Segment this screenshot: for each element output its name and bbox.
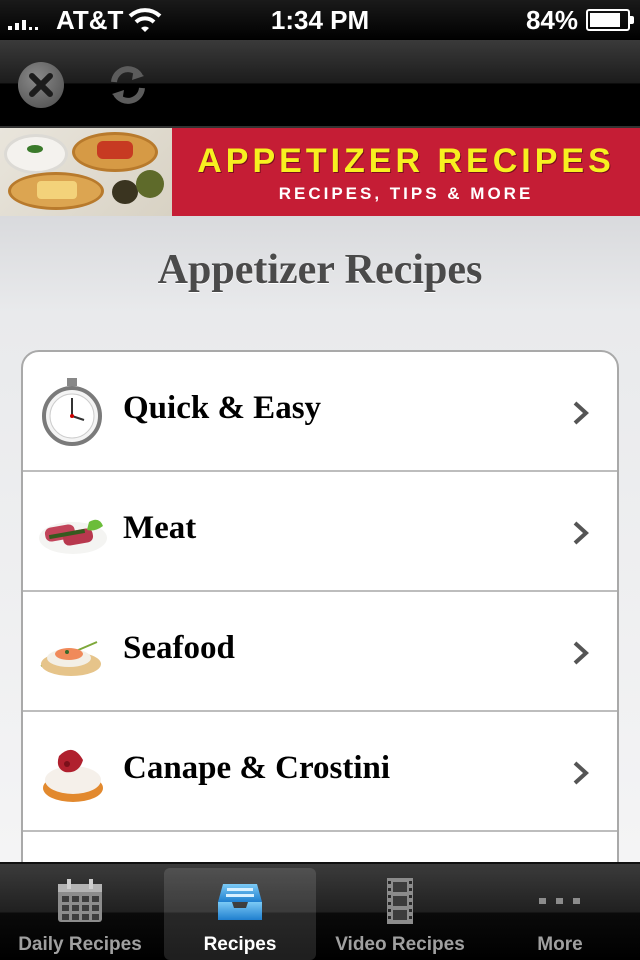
inbox-tray-icon (218, 884, 262, 920)
tab-bar: Daily Recipes Recipes Video Recipes More (0, 862, 640, 960)
stopwatch-icon (42, 378, 102, 446)
refresh-button[interactable] (104, 60, 152, 108)
battery-icon (586, 9, 634, 31)
tab-label: Video Recipes (335, 934, 465, 955)
battery-percent: 84% (525, 5, 578, 35)
chevron-right-icon (573, 401, 589, 425)
category-meat[interactable]: Meat (23, 472, 617, 592)
calendar-icon (58, 879, 102, 922)
chevron-right-icon (573, 761, 589, 785)
close-icon (29, 73, 53, 97)
film-icon (387, 878, 413, 924)
category-seafood[interactable]: Seafood (23, 592, 617, 712)
refresh-icon (111, 66, 145, 104)
category-list: Quick & Easy Meat Seafood Canape & Crost… (21, 350, 619, 862)
close-button[interactable] (18, 62, 64, 108)
tab-label: Recipes (203, 934, 277, 955)
tab-daily-recipes[interactable]: Daily Recipes (4, 868, 156, 960)
status-bar: AT&T 1:34 PM 84% (0, 0, 640, 40)
chevron-right-icon (573, 641, 589, 665)
seafood-canape-icon (40, 641, 101, 676)
more-dots-icon (539, 898, 580, 904)
tab-label: Daily Recipes (18, 934, 142, 955)
main-content: Appetizer Recipes Quick & Easy Meat Seaf… (0, 216, 640, 862)
category-quick-easy[interactable]: Quick & Easy (23, 352, 617, 472)
category-label: Meat (123, 510, 197, 546)
category-label: Canape & Crostini (123, 750, 391, 786)
category-label: Seafood (123, 630, 235, 666)
appetizer-photo (0, 128, 172, 216)
meat-roll-icon (39, 519, 107, 554)
chevron-right-icon (573, 521, 589, 545)
tab-more[interactable]: More (484, 868, 636, 960)
browser-toolbar (0, 40, 640, 128)
canape-icon (43, 749, 103, 802)
page-title: Appetizer Recipes (157, 247, 483, 293)
category-canape-crostini[interactable]: Canape & Crostini (23, 712, 617, 832)
tab-recipes[interactable]: Recipes (164, 868, 316, 960)
tab-video-recipes[interactable]: Video Recipes (324, 868, 476, 960)
category-label: Quick & Easy (123, 390, 322, 426)
appetizer-banner: APPETIZER RECIPES RECIPES, TIPS & MORE (0, 128, 640, 216)
banner-subtitle: RECIPES, TIPS & MORE (278, 184, 534, 203)
tab-label: More (537, 934, 583, 955)
banner-title: APPETIZER RECIPES (197, 142, 615, 180)
